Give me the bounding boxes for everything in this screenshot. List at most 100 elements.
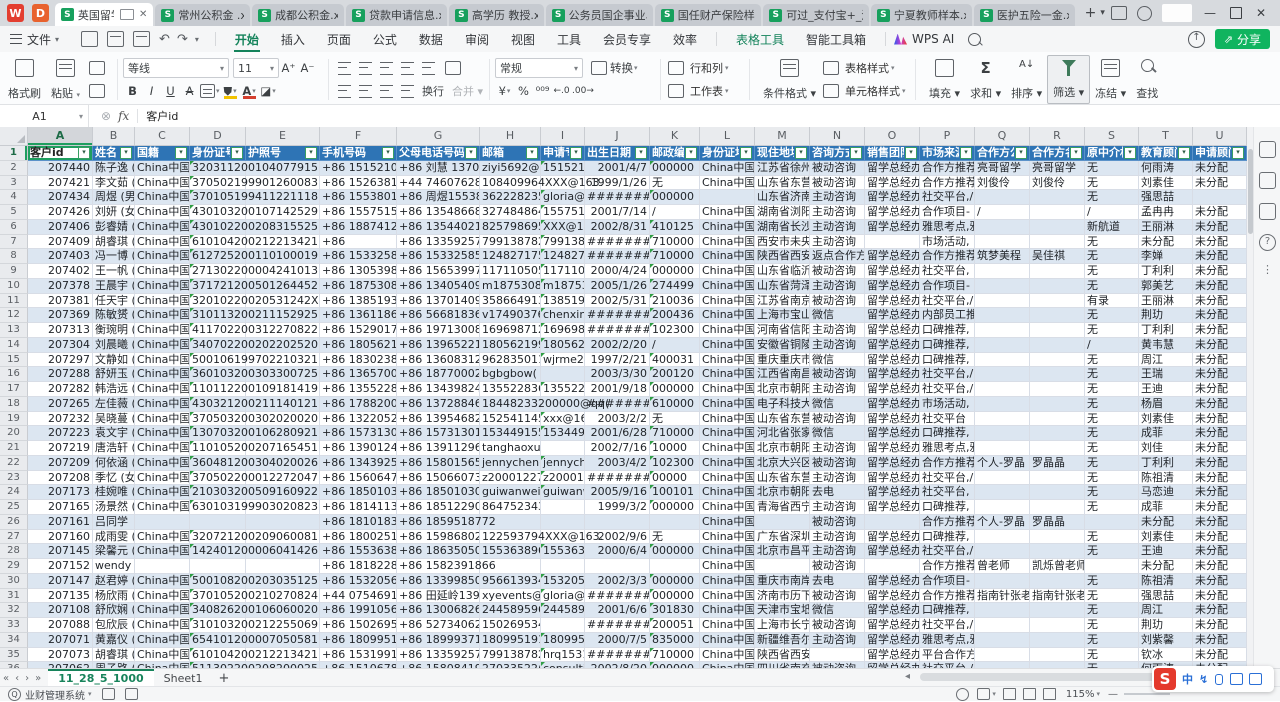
cell[interactable]: 合作方推荐 [920, 559, 975, 574]
filter-dropdown-icon[interactable]: ▾ [795, 147, 807, 159]
cell[interactable]: 王丽淋 [1139, 220, 1193, 235]
cell[interactable]: +86 18302388 [320, 353, 397, 368]
cell[interactable] [975, 633, 1030, 648]
filter-dropdown-icon[interactable]: ▾ [635, 147, 647, 159]
cell[interactable]: 社交平台,/ [920, 471, 975, 486]
ime-pen-icon[interactable]: ↯ [1199, 673, 1208, 686]
cell[interactable]: 留学总经办 [865, 294, 920, 309]
cell[interactable]: China中国 [700, 338, 755, 353]
filter-dropdown-icon[interactable]: ▾ [231, 147, 243, 159]
cell[interactable]: 社交平台 [920, 412, 975, 427]
cell[interactable]: +86 1899937166 [397, 633, 480, 648]
cell[interactable]: 207403 [28, 249, 93, 264]
cell[interactable]: 500108200203035125 [190, 574, 246, 589]
cell[interactable]: +86 18141137 [320, 500, 397, 515]
column-header-R[interactable]: R [1030, 127, 1085, 145]
cell[interactable]: +86 1372884680 [397, 397, 480, 412]
header-cell[interactable]: 现住地址▾ [755, 146, 810, 161]
cell[interactable] [541, 441, 585, 456]
row-number[interactable]: 16 [0, 367, 28, 382]
redo-chevron-icon[interactable]: ▾ [195, 35, 199, 44]
cell[interactable]: 122593794XXX@163. [480, 530, 541, 545]
filter-dropdown-icon[interactable]: ▾ [305, 147, 317, 159]
cell[interactable] [650, 515, 700, 530]
row-number[interactable]: 4 [0, 190, 28, 205]
cell[interactable]: 社交平台,/ [920, 190, 975, 205]
cell[interactable]: guiwanwei [541, 485, 585, 500]
cell[interactable]: 留学总经办 [865, 367, 920, 382]
undo-icon[interactable]: ↶ [159, 32, 170, 47]
cell[interactable]: 市场活动, [920, 235, 975, 250]
cell[interactable]: 赵君婷 (女 [93, 574, 135, 589]
cell-style-button[interactable]: 单元格样式▾ [821, 81, 907, 101]
avatar[interactable] [1162, 4, 1192, 22]
row-number[interactable]: 1 [0, 146, 28, 161]
file-tab[interactable]: S可过_支付宝+_滴滴 [763, 4, 869, 26]
cell[interactable]: 135522836 [480, 382, 541, 397]
row-number[interactable]: 18 [0, 397, 28, 412]
cell[interactable] [1030, 338, 1085, 353]
cell[interactable]: 无 [1085, 190, 1139, 205]
tab-插入[interactable]: 插入 [270, 26, 316, 52]
cell[interactable]: China中国 [135, 589, 190, 604]
cell[interactable]: 180562199 [541, 338, 585, 353]
cell[interactable]: 北京市朝阳 [755, 441, 810, 456]
cell[interactable]: 未分配 [1193, 500, 1247, 515]
row-number[interactable]: 22 [0, 456, 28, 471]
cell[interactable]: 被动咨询 [810, 456, 865, 471]
cell[interactable]: ######## [585, 190, 650, 205]
cell[interactable]: 留学总经办 [865, 205, 920, 220]
cell[interactable]: 2005/1/26 [585, 279, 650, 294]
cell[interactable]: 200051 [650, 618, 700, 633]
row-number[interactable]: 21 [0, 441, 28, 456]
header-cell[interactable]: 教育顾问▾ [1139, 146, 1193, 161]
cell[interactable] [975, 220, 1030, 235]
cell[interactable]: 207073 [28, 648, 93, 663]
cell[interactable]: 207232 [28, 412, 93, 427]
cell[interactable]: 上海市宝山 [755, 308, 810, 323]
align-middle-icon[interactable] [359, 62, 372, 75]
cell[interactable]: 主动咨询 [810, 279, 865, 294]
cell[interactable]: 511302200208200025 [190, 662, 246, 668]
outline-icon[interactable] [125, 688, 138, 700]
row-number[interactable]: 7 [0, 235, 28, 250]
app-plugin-icon[interactable]: Q [8, 688, 21, 701]
header-cell[interactable]: 邮政编码▾ [650, 146, 700, 161]
cell[interactable]: China中国 [135, 574, 190, 589]
cell[interactable]: +86 1335925706 [397, 235, 480, 250]
cell[interactable]: 207406 [28, 220, 93, 235]
cell[interactable]: 无 [1085, 279, 1139, 294]
cell[interactable]: 主动咨询 [810, 220, 865, 235]
cell[interactable]: +86 13053983 [320, 264, 397, 279]
cell[interactable] [541, 367, 585, 382]
borders-button[interactable]: ▾ [200, 83, 220, 100]
ime-keyboard-icon[interactable] [1230, 673, 1243, 685]
cell[interactable]: 710000 [650, 249, 700, 264]
cell[interactable]: 陈祖清 [1139, 574, 1193, 589]
percent-button[interactable]: % [515, 83, 532, 100]
cell[interactable]: 重庆市南岸 [755, 574, 810, 589]
cell[interactable]: 何雨涛 [1139, 161, 1193, 176]
cell[interactable]: 360103200303300725 [190, 367, 246, 382]
cell[interactable]: 340826200106060020 [190, 603, 246, 618]
header-cell[interactable]: 合作方名▾ [1030, 146, 1085, 161]
cell[interactable]: 未分配 [1193, 515, 1247, 530]
cell[interactable]: +86 15332585 [320, 249, 397, 264]
cell[interactable]: China中国 [700, 530, 755, 545]
cell[interactable]: +86 13901242 [320, 441, 397, 456]
font-color-button[interactable]: A▾ [241, 83, 258, 100]
cell[interactable]: 未分配 [1193, 249, 1247, 264]
cell[interactable]: 未分配 [1193, 205, 1247, 220]
cell[interactable]: 370502199901260083 [190, 176, 246, 191]
cell[interactable]: 主动咨询 [810, 338, 865, 353]
wrap-icon[interactable] [445, 61, 461, 75]
cell[interactable]: 无 [1085, 176, 1139, 191]
cell[interactable]: +86 [320, 235, 397, 250]
cell[interactable]: 周江 [1139, 353, 1193, 368]
cell[interactable]: China中国 [135, 485, 190, 500]
cell[interactable]: 无 [1085, 441, 1139, 456]
cell[interactable]: 口碑推荐, [920, 353, 975, 368]
cell[interactable]: 内部员工推 [920, 308, 975, 323]
cell[interactable]: +86 1859518772 [397, 515, 480, 530]
cell[interactable]: 207440 [28, 161, 93, 176]
